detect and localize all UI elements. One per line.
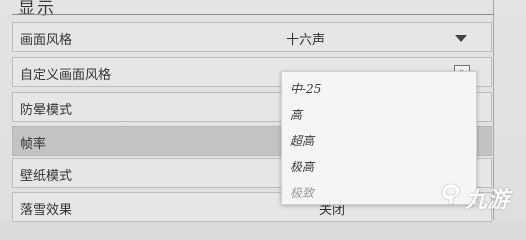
setting-value: 十六声 [286,33,326,48]
dropdown-option[interactable]: 超高 [290,132,314,149]
setting-row-visual-style[interactable]: 画面风格 十六声 [12,22,492,52]
dropdown-option[interactable]: 极高 [290,158,314,175]
site-watermark: 九游 [440,178,520,213]
dropdown-option-disabled: 极致 [290,186,315,200]
setting-label: 落雪效果 [20,203,73,218]
setting-label: 自定义画面风格 [20,68,112,83]
watermark-text: 九游 [465,188,510,213]
setting-label: 帧率 [20,137,47,152]
section-divider [12,14,494,15]
chevron-down-icon[interactable] [455,35,467,42]
setting-label: 壁纸模式 [20,169,73,184]
settings-panel: 显示 画面风格 十六声 自定义画面风格 » 防晕模式 帧率 壁纸模式 落雪效果 … [0,0,526,222]
jiuyou-logo-icon [441,183,461,205]
setting-label: 防晕模式 [20,103,73,118]
dropdown-option[interactable]: 高 [290,106,302,123]
section-title: 显示 [18,0,56,19]
dropdown-option[interactable]: 中-25 [290,80,321,97]
setting-label: 画面风格 [20,33,73,48]
